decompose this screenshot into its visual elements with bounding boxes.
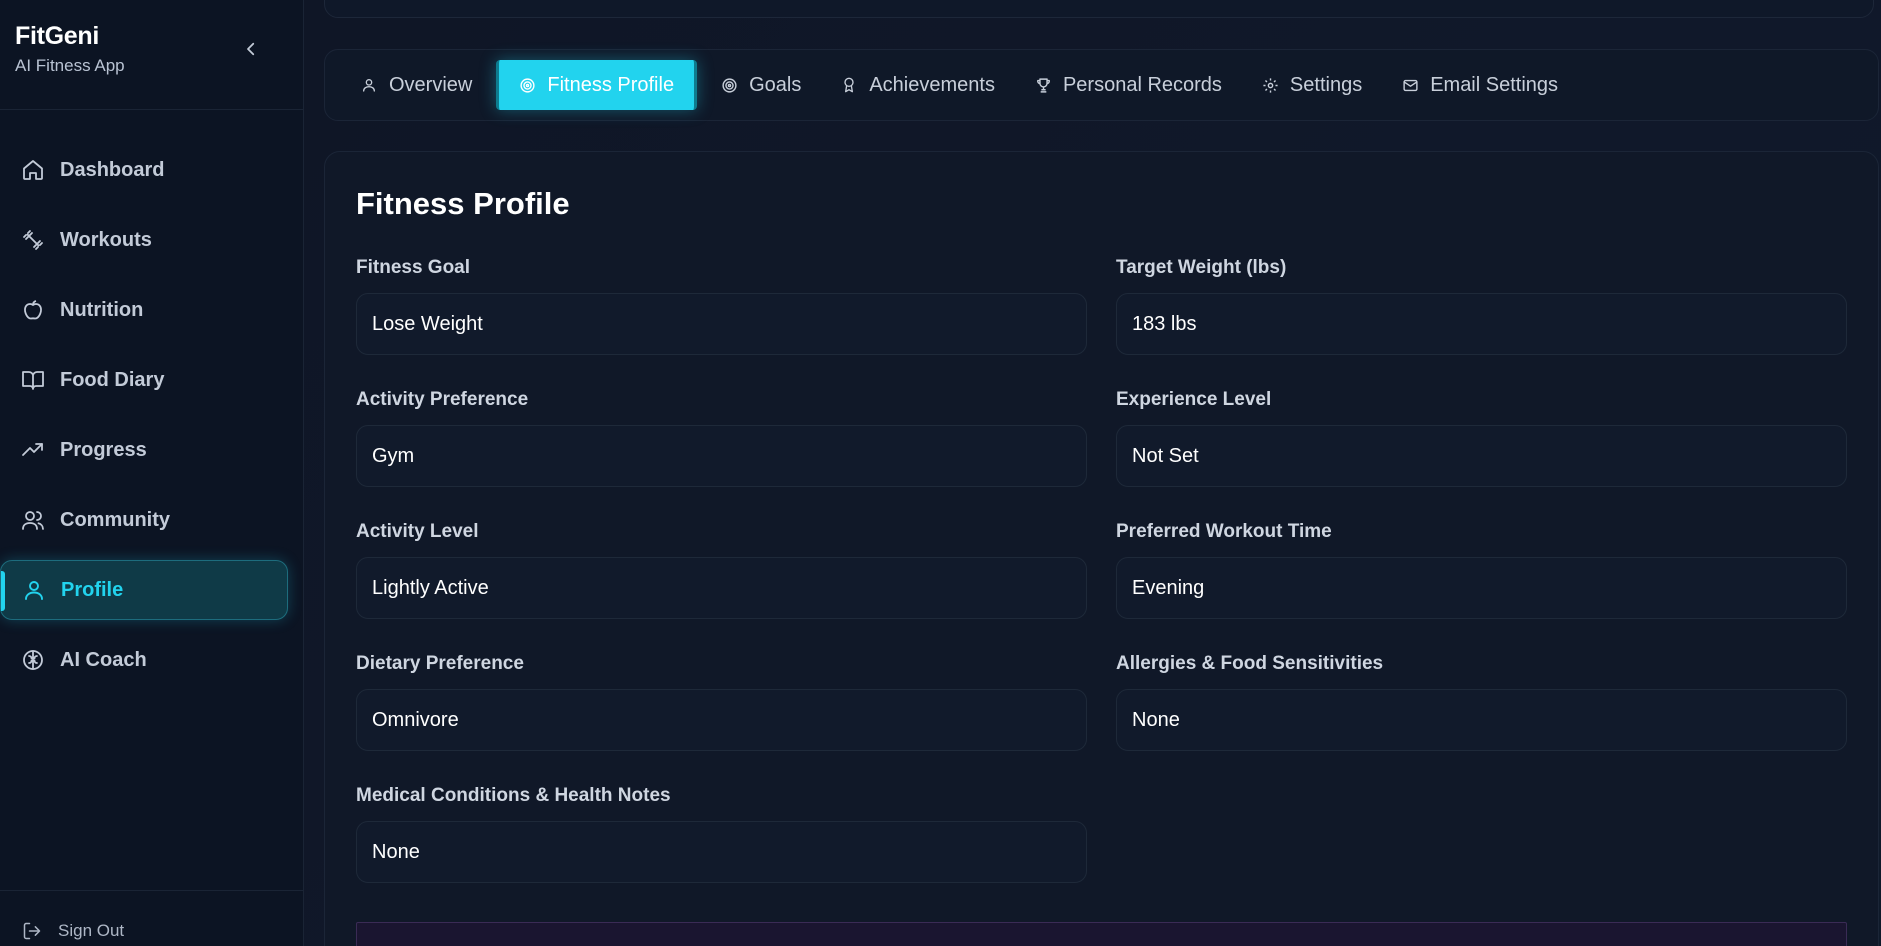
main-content: Overview Fitness Profile Goals Achieveme… (304, 0, 1881, 946)
target-weight-field[interactable]: 183 lbs (1116, 293, 1847, 355)
brand: FitGeni AI Fitness App (15, 22, 125, 76)
activity-level-field[interactable]: Lightly Active (356, 557, 1087, 619)
log-out-icon (22, 920, 44, 942)
field-activity-preference: Activity Preference Gym (356, 389, 1087, 487)
sidebar-item-label: Profile (61, 578, 124, 601)
sidebar-item-dashboard[interactable]: Dashboard (0, 140, 288, 200)
tab-email-settings[interactable]: Email Settings (1382, 60, 1578, 110)
target-icon (721, 75, 741, 95)
sidebar-item-food-diary[interactable]: Food Diary (0, 350, 288, 410)
sidebar-item-ai-coach[interactable]: AI Coach (0, 630, 288, 690)
target-icon (519, 75, 539, 95)
sidebar-item-profile[interactable]: Profile (0, 560, 288, 620)
fitness-goal-field[interactable]: Lose Weight (356, 293, 1087, 355)
chevron-left-icon (247, 42, 255, 56)
sidebar: FitGeni AI Fitness App Dashboard Workout… (0, 0, 304, 946)
sidebar-item-label: Food Diary (60, 368, 165, 391)
sidebar-item-label: AI Coach (60, 648, 147, 671)
sign-out-label: Sign Out (58, 921, 125, 940)
field-preferred-workout-time: Preferred Workout Time Evening (1116, 521, 1847, 619)
profile-tabs: Overview Fitness Profile Goals Achieveme… (324, 49, 1879, 121)
preferred-workout-time-field[interactable]: Evening (1116, 557, 1847, 619)
field-label: Activity Level (356, 521, 479, 542)
tab-personal-records[interactable]: Personal Records (1015, 60, 1242, 110)
divider (0, 890, 303, 891)
info-banner (356, 922, 1847, 946)
divider (0, 109, 303, 110)
tab-goals[interactable]: Goals (701, 60, 821, 110)
brand-subtitle: AI Fitness App (15, 56, 125, 75)
sidebar-nav: Dashboard Workouts Nutrition Food Diary (0, 140, 303, 700)
sidebar-item-label: Nutrition (60, 298, 144, 321)
trending-up-icon (20, 437, 46, 463)
field-activity-level: Activity Level Lightly Active (356, 521, 1087, 619)
field-medical-conditions: Medical Conditions & Health Notes None (356, 785, 1087, 883)
tab-fitness-profile[interactable]: Fitness Profile (496, 60, 698, 110)
tab-label: Fitness Profile (547, 73, 675, 96)
mail-icon (1402, 75, 1422, 95)
app-root: FitGeni AI Fitness App Dashboard Workout… (0, 0, 1881, 946)
brain-icon (20, 647, 46, 673)
field-label: Target Weight (lbs) (1116, 257, 1287, 278)
tab-achievements[interactable]: Achievements (821, 60, 1015, 110)
sidebar-item-label: Workouts (60, 228, 152, 251)
header-panel (324, 0, 1874, 18)
sidebar-item-label: Community (60, 508, 170, 531)
dumbbell-icon (20, 227, 46, 253)
experience-level-field[interactable]: Not Set (1116, 425, 1847, 487)
field-label: Medical Conditions & Health Notes (356, 785, 671, 806)
field-target-weight: Target Weight (lbs) 183 lbs (1116, 257, 1847, 355)
book-icon (20, 367, 46, 393)
trophy-icon (1035, 75, 1055, 95)
field-dietary-preference: Dietary Preference Omnivore (356, 653, 1087, 751)
user-icon (361, 75, 381, 95)
tab-overview[interactable]: Overview (355, 60, 492, 110)
home-icon (20, 157, 46, 183)
sidebar-item-nutrition[interactable]: Nutrition (0, 280, 288, 340)
sidebar-item-label: Progress (60, 438, 147, 461)
collapse-sidebar-button[interactable] (236, 34, 266, 64)
tab-settings[interactable]: Settings (1242, 60, 1382, 110)
field-allergies: Allergies & Food Sensitivities None (1116, 653, 1847, 751)
user-icon (21, 577, 47, 603)
field-label: Activity Preference (356, 389, 529, 410)
allergies-field[interactable]: None (1116, 689, 1847, 751)
field-label: Fitness Goal (356, 257, 471, 278)
tab-label: Personal Records (1062, 73, 1222, 96)
field-label: Experience Level (1116, 389, 1272, 410)
sidebar-item-label: Dashboard (60, 158, 165, 181)
sidebar-item-community[interactable]: Community (0, 490, 288, 550)
sidebar-item-workouts[interactable]: Workouts (0, 210, 288, 270)
tab-label: Overview (389, 73, 473, 96)
field-label: Dietary Preference (356, 653, 524, 674)
fitness-profile-card: Fitness Profile Fitness Goal Lose Weight… (324, 151, 1879, 946)
award-icon (841, 75, 861, 95)
gear-icon (1262, 75, 1282, 95)
sidebar-item-progress[interactable]: Progress (0, 420, 288, 480)
tab-label: Settings (1289, 73, 1363, 96)
dietary-preference-field[interactable]: Omnivore (356, 689, 1087, 751)
tab-label: Email Settings (1430, 73, 1559, 96)
apple-icon (20, 297, 46, 323)
field-label: Allergies & Food Sensitivities (1116, 653, 1384, 674)
page-title: Fitness Profile (356, 186, 570, 221)
sign-out-button[interactable]: Sign Out (22, 920, 124, 942)
tab-label: Goals (749, 73, 802, 96)
activity-preference-field[interactable]: Gym (356, 425, 1087, 487)
field-fitness-goal: Fitness Goal Lose Weight (356, 257, 1087, 355)
field-label: Preferred Workout Time (1116, 521, 1332, 542)
field-experience-level: Experience Level Not Set (1116, 389, 1847, 487)
tab-label: Achievements (869, 73, 995, 96)
brand-title: FitGeni (15, 22, 100, 50)
users-icon (20, 507, 46, 533)
medical-conditions-field[interactable]: None (356, 821, 1087, 883)
